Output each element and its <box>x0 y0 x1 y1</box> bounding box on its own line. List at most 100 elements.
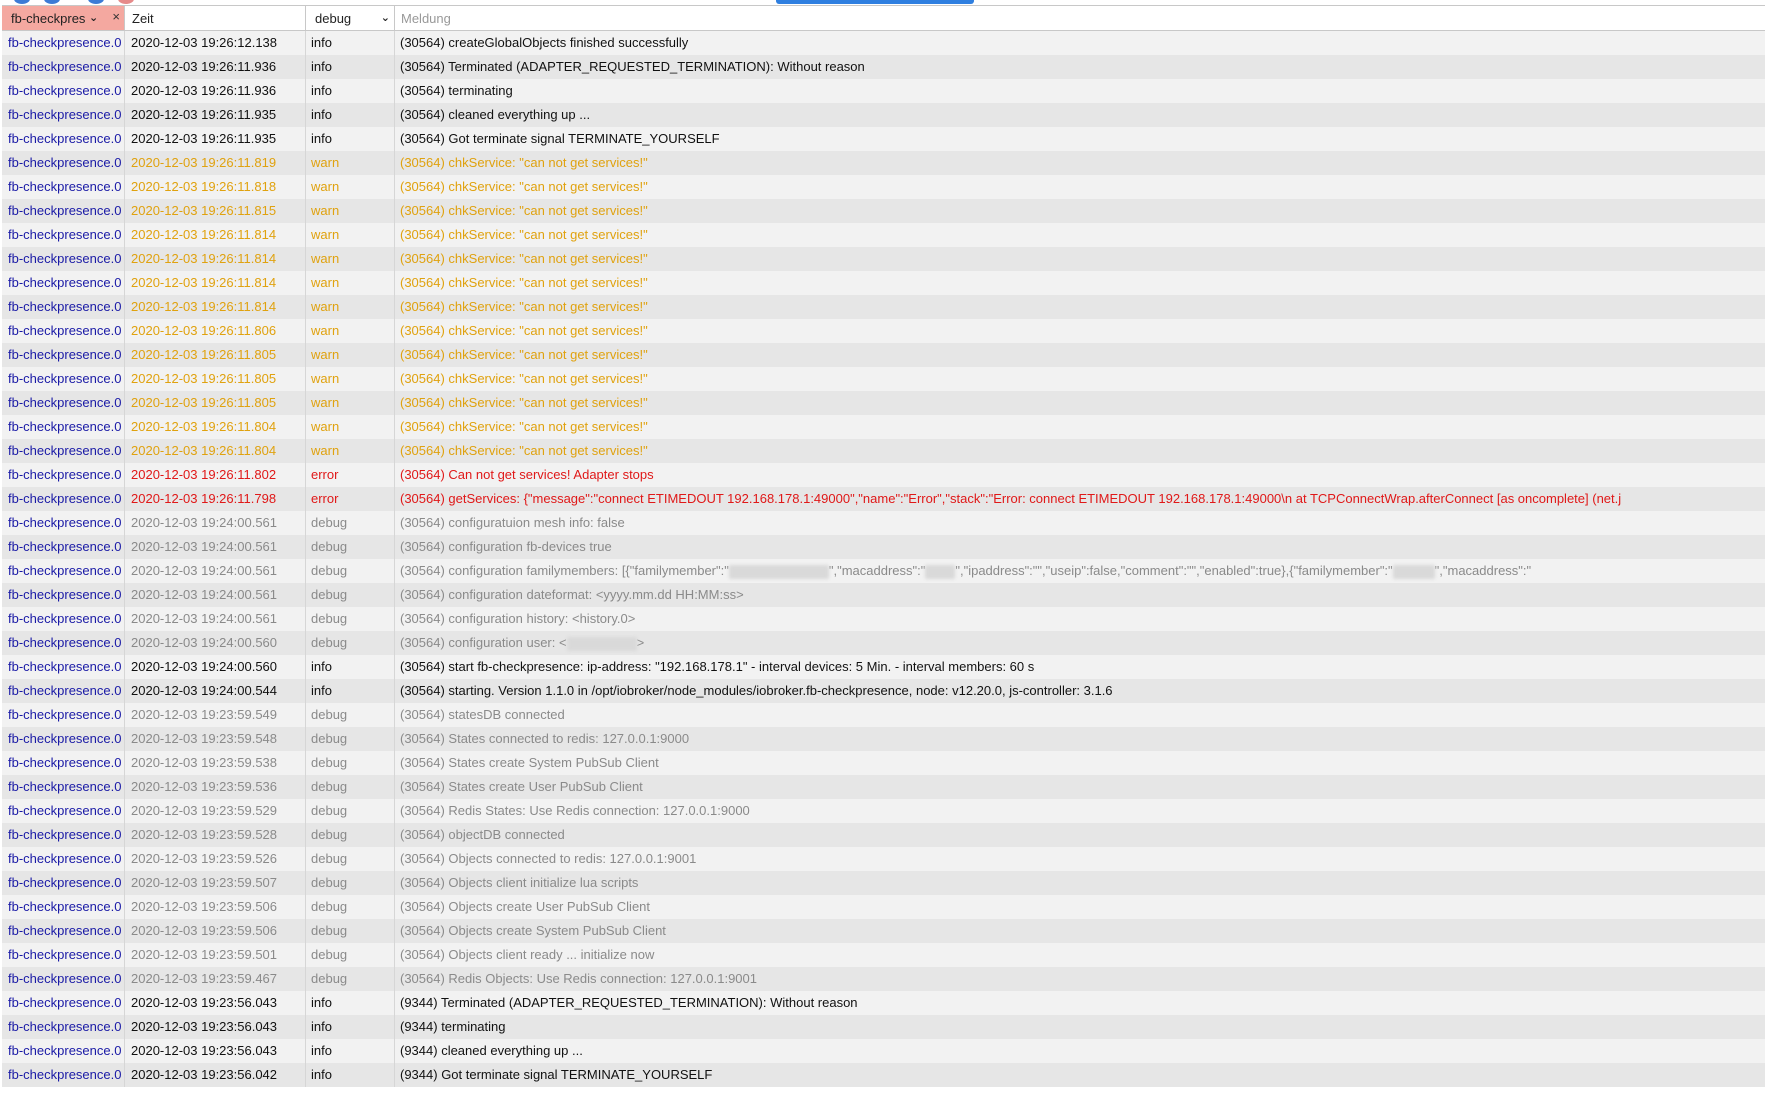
source-filter-select[interactable]: fb-checkpres ⌄ × <box>2 6 125 30</box>
log-row[interactable]: fb-checkpresence.0 2020-12-03 19:26:11.80… <box>2 439 1765 463</box>
log-source: fb-checkpresence.0 <box>2 1039 125 1063</box>
log-message: (30564) Objects client initialize lua sc… <box>400 875 639 890</box>
log-message: (30564) chkService: "can not get service… <box>400 155 648 170</box>
log-row[interactable]: fb-checkpresence.0 2020-12-03 19:26:11.80… <box>2 319 1765 343</box>
clear-filter-icon[interactable]: × <box>112 9 120 24</box>
log-row[interactable]: fb-checkpresence.0 2020-12-03 19:24:00.54… <box>2 679 1765 703</box>
log-level: debug <box>306 871 395 895</box>
log-row[interactable]: fb-checkpresence.0 2020-12-03 19:26:11.81… <box>2 199 1765 223</box>
toolbar-button-icon[interactable] <box>44 0 60 4</box>
log-row[interactable]: fb-checkpresence.0 2020-12-03 19:26:11.80… <box>2 415 1765 439</box>
log-row[interactable]: fb-checkpresence.0 2020-12-03 19:26:11.81… <box>2 247 1765 271</box>
log-source: fb-checkpresence.0 <box>2 319 125 343</box>
log-row[interactable]: fb-checkpresence.0 2020-12-03 19:24:00.56… <box>2 631 1765 655</box>
toolbar-button-icon[interactable] <box>88 0 104 4</box>
log-row[interactable]: fb-checkpresence.0 2020-12-03 19:23:59.52… <box>2 823 1765 847</box>
log-row[interactable]: fb-checkpresence.0 2020-12-03 19:24:00.56… <box>2 655 1765 679</box>
log-row[interactable]: fb-checkpresence.0 2020-12-03 19:26:11.93… <box>2 55 1765 79</box>
log-message-part: (30564) configuration user: < <box>400 635 567 650</box>
log-row[interactable]: fb-checkpresence.0 2020-12-03 19:24:00.56… <box>2 511 1765 535</box>
log-message: (30564) Objects client ready ... initial… <box>400 947 655 962</box>
toolbar-button-icon[interactable] <box>118 0 134 4</box>
log-row[interactable]: fb-checkpresence.0 2020-12-03 19:26:12.13… <box>2 31 1765 55</box>
log-row[interactable]: fb-checkpresence.0 2020-12-03 19:23:59.53… <box>2 775 1765 799</box>
log-time: 2020-12-03 19:26:11.804 <box>125 415 306 439</box>
log-source: fb-checkpresence.0 <box>2 247 125 271</box>
log-row[interactable]: fb-checkpresence.0 2020-12-03 19:26:11.81… <box>2 151 1765 175</box>
log-message: (30564) chkService: "can not get service… <box>400 347 648 362</box>
log-time: 2020-12-03 19:23:59.548 <box>125 727 306 751</box>
log-time: 2020-12-03 19:26:11.805 <box>125 391 306 415</box>
log-row[interactable]: fb-checkpresence.0 2020-12-03 19:26:11.80… <box>2 391 1765 415</box>
log-row[interactable]: fb-checkpresence.0 2020-12-03 19:23:56.04… <box>2 1063 1765 1087</box>
log-message: (30564) getServices: {"message":"connect… <box>400 491 1622 506</box>
log-row[interactable]: fb-checkpresence.0 2020-12-03 19:23:56.04… <box>2 1015 1765 1039</box>
log-source: fb-checkpresence.0 <box>2 775 125 799</box>
log-table[interactable]: fb-checkpresence.0 2020-12-03 19:26:12.13… <box>2 31 1765 1093</box>
log-level: warn <box>306 415 395 439</box>
log-row[interactable]: fb-checkpresence.0 2020-12-03 19:24:00.56… <box>2 583 1765 607</box>
log-row[interactable]: fb-checkpresence.0 2020-12-03 19:26:11.81… <box>2 295 1765 319</box>
time-filter-input[interactable]: Zeit <box>125 6 306 30</box>
log-level: debug <box>306 751 395 775</box>
log-row[interactable]: fb-checkpresence.0 2020-12-03 19:26:11.93… <box>2 103 1765 127</box>
log-source: fb-checkpresence.0 <box>2 607 125 631</box>
level-filter-select[interactable]: debug ⌄ <box>306 6 395 30</box>
log-row[interactable]: fb-checkpresence.0 2020-12-03 19:23:59.50… <box>2 919 1765 943</box>
log-time: 2020-12-03 19:26:11.819 <box>125 151 306 175</box>
log-row[interactable]: fb-checkpresence.0 2020-12-03 19:26:11.79… <box>2 487 1765 511</box>
log-source: fb-checkpresence.0 <box>2 535 125 559</box>
log-row[interactable]: fb-checkpresence.0 2020-12-03 19:26:11.80… <box>2 343 1765 367</box>
message-filter-input[interactable]: Meldung <box>395 6 1765 30</box>
log-row[interactable]: fb-checkpresence.0 2020-12-03 19:26:11.81… <box>2 175 1765 199</box>
log-source: fb-checkpresence.0 <box>2 823 125 847</box>
log-level: info <box>306 103 395 127</box>
log-message: (30564) Got terminate signal TERMINATE_Y… <box>400 131 720 146</box>
log-message: (30564) start fb-checkpresence: ip-addre… <box>400 659 1035 674</box>
log-row[interactable]: fb-checkpresence.0 2020-12-03 19:23:59.53… <box>2 751 1765 775</box>
log-level: warn <box>306 319 395 343</box>
log-source: fb-checkpresence.0 <box>2 991 125 1015</box>
log-row[interactable]: fb-checkpresence.0 2020-12-03 19:23:56.04… <box>2 991 1765 1015</box>
log-filter-header: fb-checkpres ⌄ × Zeit debug ⌄ Meldung <box>2 5 1765 31</box>
log-message: (30564) chkService: "can not get service… <box>400 203 648 218</box>
log-time: 2020-12-03 19:26:11.935 <box>125 127 306 151</box>
log-row[interactable]: fb-checkpresence.0 2020-12-03 19:23:59.52… <box>2 799 1765 823</box>
log-row[interactable]: fb-checkpresence.0 2020-12-03 19:23:59.50… <box>2 895 1765 919</box>
log-level: debug <box>306 919 395 943</box>
log-row[interactable]: fb-checkpresence.0 2020-12-03 19:24:00.56… <box>2 607 1765 631</box>
log-level: debug <box>306 943 395 967</box>
log-row[interactable]: fb-checkpresence.0 2020-12-03 19:23:59.52… <box>2 847 1765 871</box>
log-level: info <box>306 655 395 679</box>
log-row[interactable]: fb-checkpresence.0 2020-12-03 19:26:11.80… <box>2 463 1765 487</box>
log-message: (30564) States create System PubSub Clie… <box>400 755 659 770</box>
log-message: (30564) chkService: "can not get service… <box>400 227 648 242</box>
log-level: info <box>306 991 395 1015</box>
log-level: debug <box>306 967 395 991</box>
log-message: (30564) configuration user: < > <box>395 631 1765 655</box>
log-message: (30564) terminating <box>400 83 513 98</box>
log-row[interactable]: fb-checkpresence.0 2020-12-03 19:24:00.56… <box>2 535 1765 559</box>
log-row[interactable]: fb-checkpresence.0 2020-12-03 19:26:11.81… <box>2 271 1765 295</box>
log-row[interactable]: fb-checkpresence.0 2020-12-03 19:26:11.80… <box>2 367 1765 391</box>
log-row[interactable]: fb-checkpresence.0 2020-12-03 19:23:59.50… <box>2 871 1765 895</box>
log-level: info <box>306 1063 395 1087</box>
log-time: 2020-12-03 19:23:59.526 <box>125 847 306 871</box>
log-time: 2020-12-03 19:26:11.798 <box>125 487 306 511</box>
log-row[interactable]: fb-checkpresence.0 2020-12-03 19:23:59.54… <box>2 727 1765 751</box>
log-row[interactable]: fb-checkpresence.0 2020-12-03 19:23:59.54… <box>2 703 1765 727</box>
chevron-down-icon[interactable]: ⌄ <box>89 11 98 24</box>
log-time: 2020-12-03 19:23:59.528 <box>125 823 306 847</box>
log-row[interactable]: fb-checkpresence.0 2020-12-03 19:26:11.93… <box>2 127 1765 151</box>
log-row[interactable]: fb-checkpresence.0 2020-12-03 19:23:59.50… <box>2 943 1765 967</box>
toolbar-button-icon[interactable] <box>14 0 30 4</box>
log-row[interactable]: fb-checkpresence.0 2020-12-03 19:23:56.04… <box>2 1039 1765 1063</box>
log-message: (30564) objectDB connected <box>400 827 565 842</box>
log-row[interactable]: fb-checkpresence.0 2020-12-03 19:23:59.46… <box>2 967 1765 991</box>
log-row[interactable]: fb-checkpresence.0 2020-12-03 19:26:11.93… <box>2 79 1765 103</box>
log-source: fb-checkpresence.0 <box>2 895 125 919</box>
chevron-down-icon[interactable]: ⌄ <box>381 11 390 24</box>
log-source: fb-checkpresence.0 <box>2 415 125 439</box>
log-row[interactable]: fb-checkpresence.0 2020-12-03 19:26:11.81… <box>2 223 1765 247</box>
log-row[interactable]: fb-checkpresence.0 2020-12-03 19:24:00.56… <box>2 559 1765 583</box>
